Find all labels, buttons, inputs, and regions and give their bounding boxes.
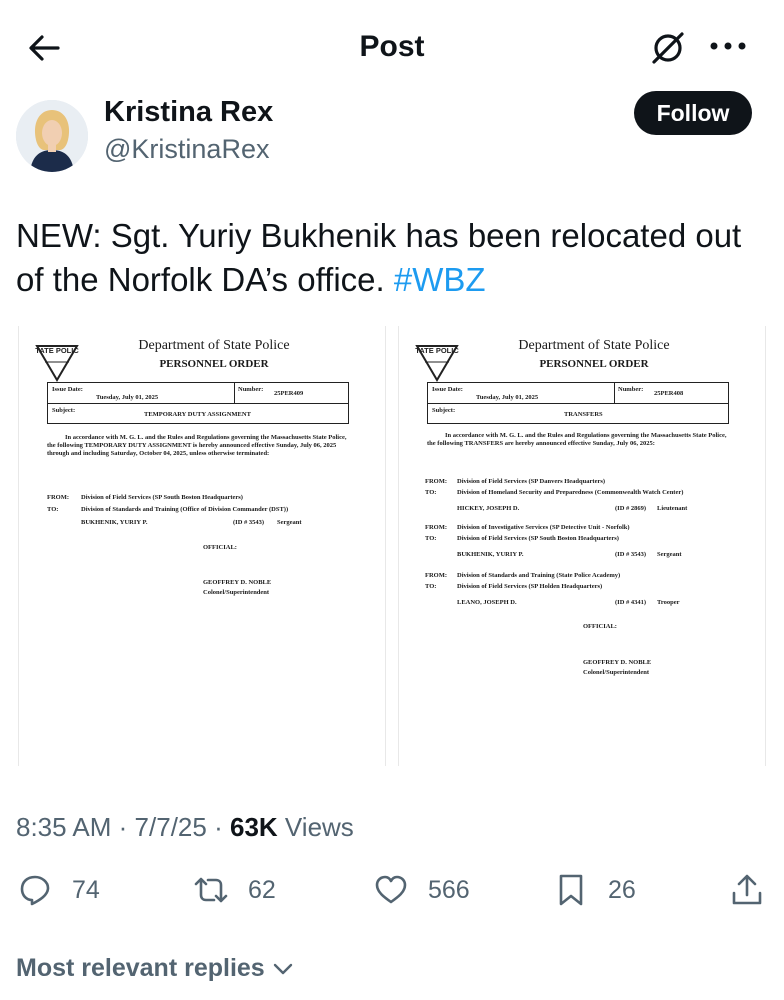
from-text: Division of Investigative Services (SP D…: [457, 524, 630, 531]
reply-icon: [20, 875, 50, 906]
from-label: FROM:: [425, 478, 448, 485]
issue-box: Issue Date: Tuesday, July 01, 2025 Numbe…: [427, 382, 729, 404]
issue-date: Tuesday, July 01, 2025: [476, 394, 539, 401]
subject: TRANSFERS: [564, 411, 603, 418]
number-label: Number:: [238, 386, 264, 393]
views-count: 63K: [229, 812, 278, 842]
order-title: PERSONNEL ORDER: [539, 358, 649, 370]
department-name: Department of State Police: [138, 338, 290, 353]
official-label: OFFICIAL:: [583, 623, 617, 630]
views-label: Views: [284, 812, 354, 842]
like-button[interactable]: 566: [374, 868, 470, 912]
from-label: FROM:: [425, 524, 448, 531]
document-image-2[interactable]: STATE POLICE Department of State Police …: [398, 326, 766, 766]
signer-name: GEOFFREY D. NOBLE: [583, 659, 652, 666]
media-attachments[interactable]: STATE POLICE Department of State Police …: [16, 326, 768, 766]
person-id: (ID # 3543): [233, 519, 265, 526]
to-text: Division of Standards and Training (Offi…: [81, 506, 289, 513]
to-text: Division of Field Services (SP Holden He…: [457, 583, 603, 590]
from-text: Division of Field Services (SP Danvers H…: [457, 478, 606, 485]
person-rank: Trooper: [657, 599, 680, 606]
person-name: BUKHENIK, YURIY P.: [81, 519, 148, 526]
subject-box: Subject: TEMPORARY DUTY ASSIGNMENT: [47, 404, 349, 424]
document-image-1[interactable]: STATE POLICE Department of State Police …: [18, 326, 386, 766]
issue-label: Issue Date:: [432, 386, 463, 393]
repost-icon: [194, 877, 228, 903]
intro-paragraph: In accordance with M. G. L. and the Rule…: [427, 432, 727, 447]
number-label: Number:: [618, 386, 644, 393]
official-label: OFFICIAL:: [203, 544, 237, 551]
tweet-body: NEW: Sgt. Yuriy Bukhenik has been reloca…: [16, 217, 742, 298]
from-text: Division of Standards and Training (Stat…: [457, 572, 621, 579]
person-name: LEANO, JOSEPH D.: [457, 599, 517, 606]
author-handle[interactable]: @KristinaRex: [104, 134, 269, 165]
to-label: TO:: [425, 535, 437, 542]
post-time: 8:35 AM: [16, 812, 112, 842]
intro-paragraph: In accordance with M. G. L. and the Rule…: [47, 434, 347, 457]
signer-title: Colonel/Superintendent: [203, 589, 270, 596]
hashtag-link[interactable]: #WBZ: [394, 261, 486, 298]
subject: TEMPORARY DUTY ASSIGNMENT: [144, 411, 251, 418]
avatar[interactable]: [16, 100, 88, 172]
like-icon: [375, 875, 407, 904]
order-title: PERSONNEL ORDER: [159, 358, 269, 370]
to-label: TO:: [47, 506, 59, 513]
person-id: (ID # 3543): [615, 551, 647, 558]
from-text: Division of Field Services (SP South Bos…: [81, 494, 243, 501]
to-label: TO:: [425, 489, 437, 496]
order-number: 25PER408: [654, 390, 684, 397]
reply-button[interactable]: 74: [18, 868, 100, 912]
department-name: Department of State Police: [518, 338, 670, 353]
from-label: FROM:: [425, 572, 448, 579]
to-text: Division of Homeland Security and Prepar…: [457, 489, 684, 496]
top-bar: Post: [0, 0, 784, 96]
person-name: BUKHENIK, YURIY P.: [457, 551, 524, 558]
share-button[interactable]: [730, 868, 784, 912]
to-label: TO:: [425, 583, 437, 590]
order-number: 25PER409: [274, 390, 304, 397]
signature-block: GEOFFREY D. NOBLE Colonel/Superintendent: [583, 658, 651, 678]
chevron-down-icon: [273, 964, 292, 975]
reply-count: 74: [72, 875, 100, 904]
subject-label: Subject:: [52, 407, 76, 414]
person-rank: Sergeant: [277, 519, 302, 526]
more-icon[interactable]: [706, 26, 750, 66]
replies-sort-dropdown[interactable]: Most relevant replies: [16, 954, 294, 983]
to-text: Division of Field Services (SP South Bos…: [457, 535, 619, 542]
follow-button[interactable]: Follow: [634, 91, 752, 135]
signer-title: Colonel/Superintendent: [583, 669, 650, 676]
signer-name: GEOFFREY D. NOBLE: [203, 579, 272, 586]
person-name: HICKEY, JOSEPH D.: [457, 505, 520, 512]
like-count: 566: [428, 875, 470, 904]
issue-box: Issue Date: Tuesday, July 01, 2025 Numbe…: [47, 382, 349, 404]
tweet-text: NEW: Sgt. Yuriy Bukhenik has been reloca…: [16, 214, 768, 302]
person-id: (ID # 2869): [615, 505, 647, 512]
issue-label: Issue Date:: [52, 386, 83, 393]
bookmark-button[interactable]: 26: [554, 868, 636, 912]
meta-separator: ·: [214, 812, 223, 842]
from-label: FROM:: [47, 494, 70, 501]
repost-count: 62: [248, 875, 276, 904]
repost-button[interactable]: 62: [194, 868, 276, 912]
signature-block: GEOFFREY D. NOBLE Colonel/Superintendent: [203, 578, 271, 598]
replies-sort-label: Most relevant replies: [16, 954, 265, 982]
post-date: 7/7/25: [134, 812, 207, 842]
person-rank: Lieutenant: [657, 505, 688, 512]
meta-separator: ·: [118, 812, 128, 842]
subject-box: Subject: TRANSFERS: [427, 404, 729, 424]
author-name[interactable]: Kristina Rex: [104, 96, 273, 129]
person-rank: Sergeant: [657, 551, 682, 558]
person-id: (ID # 4341): [615, 599, 647, 606]
no-link-icon[interactable]: [648, 28, 688, 68]
post-meta: 8:35 AM · 7/7/25 · 63K Views: [16, 812, 354, 843]
share-icon: [732, 874, 762, 905]
bookmark-count: 26: [608, 875, 636, 904]
bookmark-icon: [559, 874, 583, 906]
issue-date: Tuesday, July 01, 2025: [96, 394, 159, 401]
subject-label: Subject:: [432, 407, 456, 414]
